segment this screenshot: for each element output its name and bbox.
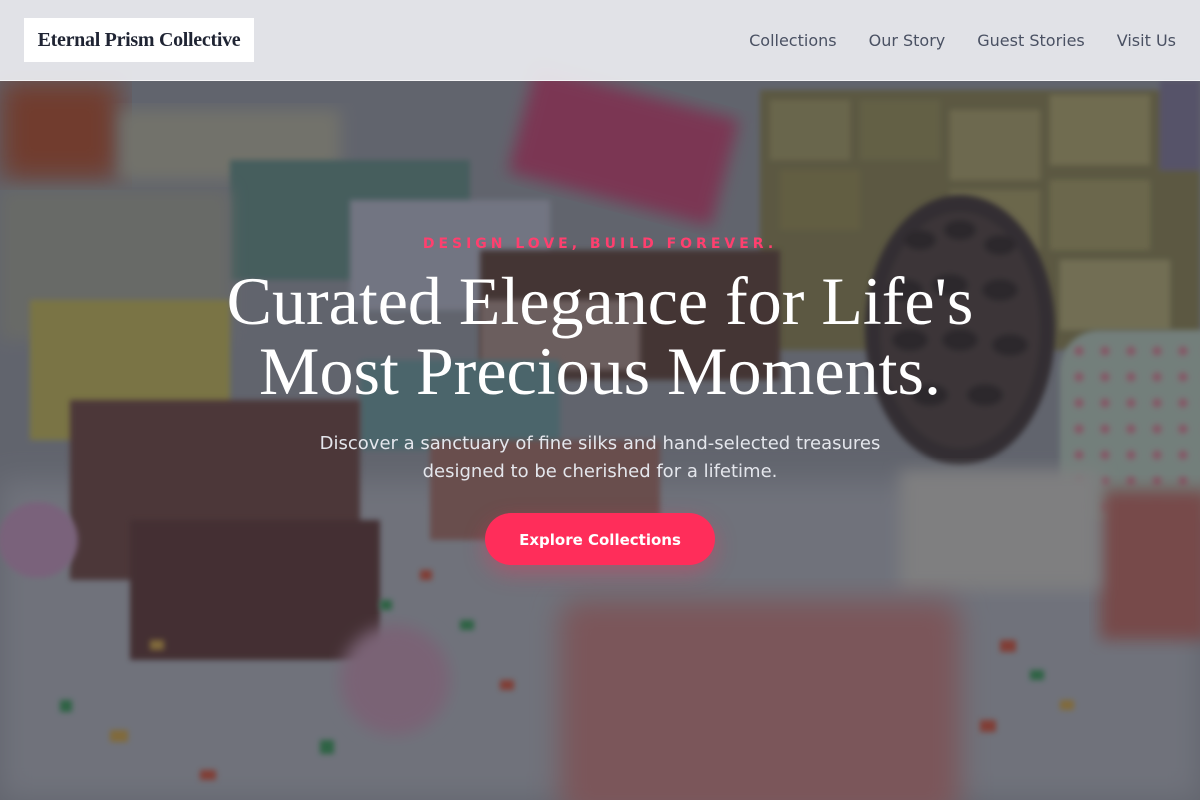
nav-link-guest-stories[interactable]: Guest Stories [977,31,1085,50]
site-header: Eternal Prism Collective Collections Our… [0,0,1200,81]
hero-headline: Curated Elegance for Life's Most Preciou… [226,263,974,409]
landing-page: Eternal Prism Collective Collections Our… [0,0,1200,800]
explore-collections-button[interactable]: Explore Collections [485,513,715,565]
logo[interactable]: Eternal Prism Collective [24,18,254,62]
hero-eyebrow: DESIGN LOVE, BUILD FOREVER. [422,236,778,252]
logo-text: Eternal Prism Collective [37,28,241,51]
nav-link-visit-us[interactable]: Visit Us [1117,31,1176,50]
nav-link-our-story[interactable]: Our Story [869,31,946,50]
main-nav: Collections Our Story Guest Stories Visi… [749,0,1176,80]
nav-link-collections[interactable]: Collections [749,31,836,50]
hero-section: DESIGN LOVE, BUILD FOREVER. Curated Eleg… [0,236,1200,565]
hero-subtext: Discover a sanctuary of fine silks and h… [319,433,881,482]
